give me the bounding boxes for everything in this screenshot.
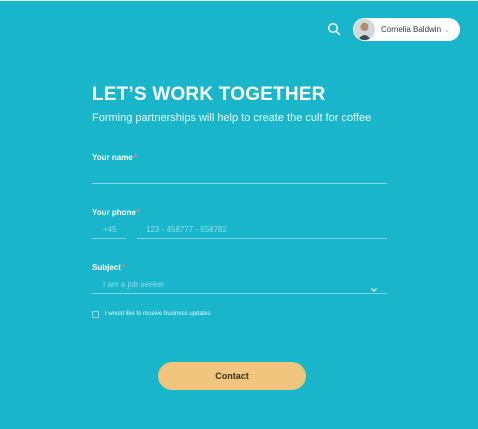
name-label: Your name* bbox=[92, 153, 137, 162]
name-input[interactable] bbox=[92, 166, 387, 184]
contact-button[interactable]: Contact bbox=[158, 362, 306, 390]
subject-underline bbox=[92, 293, 387, 294]
page-subtitle: Forming partnerships will help to create… bbox=[92, 112, 372, 124]
chevron-down-icon: ⌄ bbox=[444, 26, 450, 34]
subject-selected-value: I am a job seeker bbox=[103, 280, 165, 289]
phone-number-placeholder: 123 - 458777 - 558782 bbox=[146, 225, 227, 234]
business-updates-label: I would like to receive business updates bbox=[105, 311, 211, 317]
phone-code-underline bbox=[92, 238, 126, 239]
avatar bbox=[354, 19, 375, 40]
phone-number-underline bbox=[137, 238, 387, 239]
phone-label: Your phone* bbox=[92, 208, 140, 217]
name-input-underline bbox=[92, 183, 387, 184]
user-name: Cornelia Baldwin bbox=[381, 25, 442, 34]
name-label-text: Your name bbox=[92, 153, 133, 162]
top-edge-divider bbox=[0, 0, 478, 1]
search-icon[interactable] bbox=[326, 21, 342, 37]
required-mark: * bbox=[136, 208, 140, 217]
required-mark: * bbox=[133, 153, 137, 162]
phone-code-placeholder: +45 bbox=[103, 225, 117, 234]
required-mark: * bbox=[121, 263, 126, 272]
subject-label-text: Subject bbox=[92, 263, 121, 272]
phone-label-text: Your phone bbox=[92, 208, 136, 217]
subject-label: Subject* bbox=[92, 263, 125, 272]
user-menu[interactable]: Cornelia Baldwin ⌄ bbox=[353, 18, 460, 41]
business-updates-checkbox[interactable] bbox=[92, 311, 99, 318]
page-title: LET’S WORK TOGETHER bbox=[92, 84, 326, 105]
chevron-down-icon[interactable] bbox=[370, 281, 378, 292]
